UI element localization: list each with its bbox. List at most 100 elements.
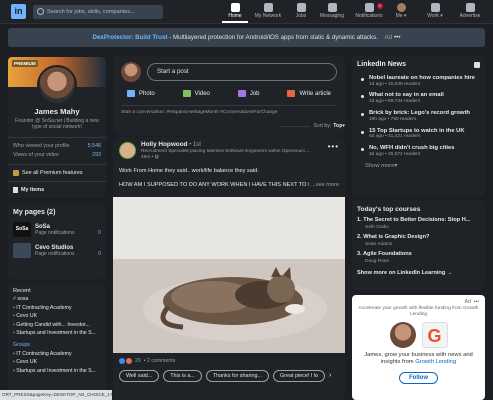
- post-image[interactable]: [113, 196, 345, 353]
- recent-item-label: Startups and Investment in the S...: [16, 330, 96, 337]
- video-button[interactable]: Video: [182, 90, 210, 97]
- ad-label: Ad: [464, 299, 471, 305]
- news-meta: 19h ago • 760 readers: [369, 116, 417, 122]
- page-item-cevo[interactable]: Cevo Studios Page notifications 0: [13, 243, 101, 258]
- news-meta: 3d ago • 26,572 readers: [369, 151, 421, 157]
- profile-avatar[interactable]: [37, 65, 77, 105]
- growth-lending-logo: G: [421, 322, 448, 348]
- conversation-hashtags[interactable]: Start a conversation: #HispanicHeritageM…: [121, 110, 337, 115]
- nav-label: Home: [228, 13, 242, 19]
- profile-name[interactable]: James Mahy: [13, 107, 101, 116]
- comment-count[interactable]: • 2 comments: [144, 358, 176, 364]
- recent-item-label: IT Contracting Academy: [16, 304, 72, 311]
- more-options-icon[interactable]: •••: [328, 142, 339, 151]
- more-icon[interactable]: •••: [394, 34, 401, 41]
- connection-degree: • 1st: [189, 142, 201, 148]
- premium-features-link[interactable]: See all Premium features: [8, 165, 106, 181]
- sidebar-ad-card: Ad ••• Accelerate your growth with flexib…: [352, 295, 485, 400]
- reply-chip[interactable]: Great piece! I lo: [272, 369, 326, 382]
- write-article-button[interactable]: Write article: [287, 90, 331, 97]
- course-item[interactable]: 1. The Secret to Better Decisions: Stop …: [357, 217, 480, 231]
- group-item[interactable]: ▪ Startups and Investment in the S...: [13, 367, 101, 375]
- search-icon: [37, 8, 44, 15]
- recent-item-label: sosa: [17, 296, 29, 303]
- recent-item[interactable]: ▪ IT Contracting Academy: [13, 304, 101, 312]
- news-item[interactable]: Nobel laureate on how companies hire 1d a…: [357, 75, 480, 89]
- nav-home[interactable]: Home: [222, 3, 248, 23]
- news-item[interactable]: No, WFH didn't crush big cities 3d ago • …: [357, 145, 480, 159]
- course-item[interactable]: 3. Agile Foundations Doug Rose: [357, 251, 480, 265]
- my-items-label: My items: [21, 187, 45, 193]
- news-item[interactable]: Brick by brick: Lego's record growth 19h …: [357, 110, 480, 124]
- post-time: 45m •: [141, 155, 154, 160]
- search-placeholder: Search for jobs, skills, companies...: [47, 9, 135, 15]
- sort-label: Sort by:: [313, 123, 332, 129]
- job-button[interactable]: Job: [237, 90, 260, 97]
- avatar[interactable]: [121, 62, 141, 82]
- group-item[interactable]: ▪ Cevo UK: [13, 358, 101, 366]
- video-views-row[interactable]: Views of your video 293: [13, 151, 101, 160]
- author-title: Recruitment Specialist placing talented …: [141, 148, 310, 154]
- start-post-input[interactable]: Start a post: [147, 63, 337, 81]
- nav-my-network[interactable]: My Network: [251, 3, 285, 23]
- network-icon: [263, 3, 273, 12]
- linkedin-logo[interactable]: in: [11, 4, 26, 19]
- course-item[interactable]: 2. What is Graphic Design? Sean Adams: [357, 234, 480, 248]
- reaction-count: 29: [135, 357, 141, 364]
- page-item-sosa[interactable]: SoSa SoSa Page notifications 0: [13, 222, 101, 237]
- linkedin-learning-link[interactable]: Show more on LinkedIn Learning →: [357, 270, 480, 277]
- chevron-right-icon[interactable]: ›: [329, 372, 331, 379]
- recent-item[interactable]: ▪ Getting Candid with... Investor...: [13, 321, 101, 329]
- action-label: Write article: [299, 90, 331, 97]
- status-url: ORT_PRESS&pageKey=DESKTOP_AD_CHOICE_17..…: [0, 390, 112, 400]
- recent-item[interactable]: ▪ Cevo UK: [13, 312, 101, 320]
- grid-icon: [430, 3, 440, 12]
- sort-control[interactable]: Sort by: Top ▾: [280, 123, 345, 129]
- ad-banner-text: - Multilayered protection for Android/iO…: [167, 34, 378, 41]
- ad-brand-link[interactable]: DexProtector: Build Trust: [93, 34, 168, 41]
- nav-me[interactable]: Me ▾: [390, 3, 412, 23]
- nav-advertise[interactable]: Advertise: [455, 3, 485, 23]
- post-text-line: Work From Home they said.. work/life bal…: [119, 167, 259, 174]
- news-item[interactable]: What not to say in an email 2d ago • 89,7…: [357, 92, 480, 106]
- nav-label: Notifications: [355, 13, 383, 19]
- cevo-logo: [13, 243, 31, 258]
- reply-chip[interactable]: Thanks for sharing...: [205, 369, 269, 382]
- stat-value: 293: [92, 152, 101, 158]
- nav-jobs[interactable]: Jobs: [289, 3, 313, 23]
- see-more-link[interactable]: ...see more: [309, 180, 339, 189]
- news-meta: 1d ago • 15,049 readers: [369, 81, 421, 87]
- nav-messaging[interactable]: Messaging: [316, 3, 348, 23]
- author-avatar[interactable]: [119, 142, 136, 159]
- ad-banner[interactable]: DexProtector: Build Trust - Multilayered…: [8, 28, 485, 47]
- nav-work[interactable]: Work ▾: [423, 3, 447, 23]
- ad-brand[interactable]: Growth Lending: [415, 359, 456, 365]
- reply-chip[interactable]: This is a...: [163, 369, 202, 382]
- groups-title[interactable]: Groups: [13, 341, 101, 349]
- nav-label: Messaging: [319, 13, 345, 19]
- search-input[interactable]: Search for jobs, skills, companies...: [33, 5, 163, 19]
- course-title: 2. What is Graphic Design?: [357, 234, 430, 240]
- recent-item[interactable]: ▪ Startups and Investment in the S...: [13, 329, 101, 337]
- nav-notifications[interactable]: Notifications 1: [351, 3, 387, 23]
- group-item[interactable]: ▪ IT Contracting Academy: [13, 350, 101, 358]
- profile-views-row[interactable]: Who viewed your profile 5,548: [13, 142, 101, 151]
- author-name[interactable]: Holly Hopwood: [141, 141, 188, 148]
- photo-button[interactable]: Photo: [127, 90, 155, 97]
- show-more-news-button[interactable]: Show more ▾: [357, 163, 480, 170]
- group-item-label: Cevo UK: [16, 359, 38, 366]
- stat-label: Views of your video: [13, 152, 59, 158]
- follow-button[interactable]: Follow: [399, 371, 438, 384]
- like-icon: [119, 357, 125, 364]
- social-counts[interactable]: 29 • 2 comments: [113, 353, 345, 364]
- recent-item[interactable]: # sosa: [13, 295, 101, 303]
- my-items-link[interactable]: My items: [8, 182, 106, 198]
- news-item[interactable]: 15 Top Startups to watch in the UK 6d ago…: [357, 128, 480, 142]
- reply-chip[interactable]: Well said...: [119, 369, 160, 382]
- briefcase-icon: [237, 90, 246, 97]
- info-icon[interactable]: [474, 62, 480, 69]
- more-options-icon[interactable]: •••: [474, 299, 479, 305]
- news-headline: No, WFH didn't crush big cities: [369, 145, 455, 152]
- globe-icon: ◍: [153, 155, 159, 160]
- photo-icon: [127, 90, 135, 97]
